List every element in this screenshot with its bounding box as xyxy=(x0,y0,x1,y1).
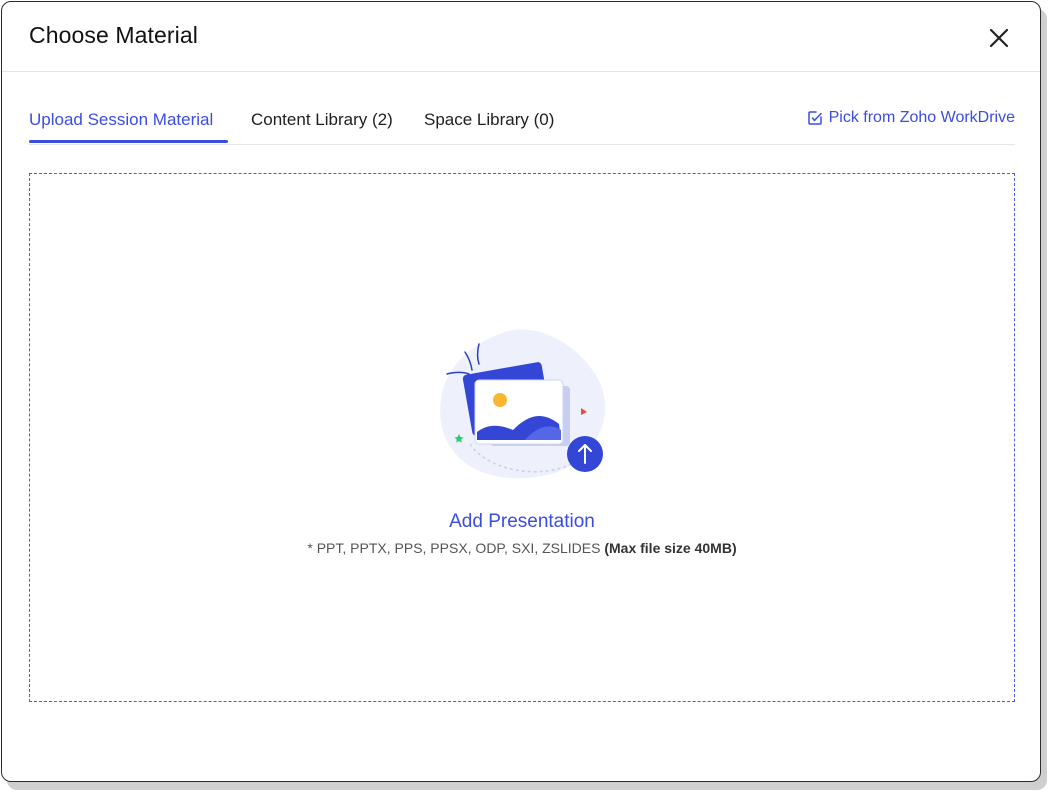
pick-from-workdrive-link[interactable]: Pick from Zoho WorkDrive xyxy=(807,109,1015,127)
upload-dropzone[interactable]: Add Presentation * PPT, PPTX, PPS, PPSX,… xyxy=(29,173,1015,702)
image-upload-icon xyxy=(435,324,610,489)
external-pick-icon xyxy=(807,110,823,126)
tab-space-library[interactable]: Space Library (0) xyxy=(424,110,554,130)
workdrive-link-label: Pick from Zoho WorkDrive xyxy=(828,109,1015,126)
max-file-size: (Max file size 40MB) xyxy=(604,540,737,556)
supported-formats-text: * PPT, PPTX, PPS, PPSX, ODP, SXI, ZSLIDE… xyxy=(30,540,1014,556)
tab-content-library[interactable]: Content Library (2) xyxy=(251,110,393,130)
close-icon xyxy=(989,28,1009,48)
choose-material-dialog: Choose Material Upload Session Material … xyxy=(1,1,1041,782)
tab-upload-session-material[interactable]: Upload Session Material xyxy=(29,110,213,130)
formats-list: * PPT, PPTX, PPS, PPSX, ODP, SXI, ZSLIDE… xyxy=(307,540,601,556)
close-button[interactable] xyxy=(987,26,1011,50)
dialog-header: Choose Material xyxy=(2,2,1040,72)
dialog-title: Choose Material xyxy=(29,22,198,48)
material-tabs: Upload Session Material Content Library … xyxy=(29,100,1015,145)
active-tab-indicator xyxy=(29,140,228,143)
add-presentation-link[interactable]: Add Presentation xyxy=(30,511,1014,533)
